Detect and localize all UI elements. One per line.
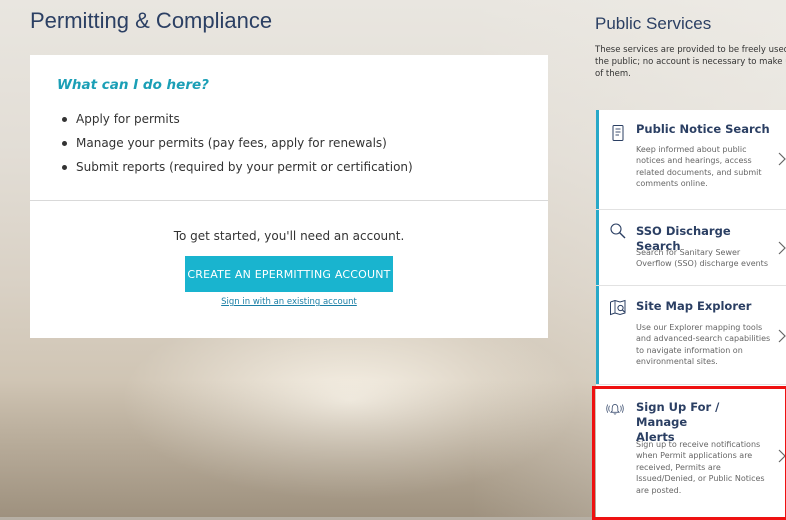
chevron-right-icon	[778, 329, 786, 343]
service-description-line: Use our Explorer mapping tools	[636, 323, 763, 332]
page-title: Permitting & Compliance	[30, 8, 273, 33]
service-description-line: Keep informed about public	[636, 145, 747, 154]
accent-bar	[596, 210, 599, 285]
service-description-line: notices and hearings, access	[636, 156, 752, 166]
service-manage-alerts[interactable]: Sign Up For / Manage Alerts Sign up to r…	[596, 385, 786, 517]
service-description: Keep informed about public notices and h…	[636, 144, 771, 190]
service-site-map-explorer[interactable]: Site Map Explorer Use our Explorer mappi…	[596, 286, 786, 385]
service-title-line: Public Notice Search	[636, 122, 770, 136]
service-title-line: Site Map Explorer	[636, 299, 752, 313]
sidebar-description: These services are provided to be freely…	[595, 44, 786, 80]
main-card: What can I do here? Apply for permits Ma…	[30, 55, 548, 338]
service-description-line: received, Permits are	[636, 462, 721, 472]
service-title-line: Sign Up For / Manage	[636, 400, 720, 429]
service-title: Public Notice Search	[636, 122, 771, 137]
accent-bar	[596, 110, 599, 209]
map-search-icon	[609, 299, 627, 317]
service-description-line: Search for Sanitary Sewer	[636, 248, 741, 257]
action-list: Apply for permits Manage your permits (p…	[52, 107, 413, 179]
sidebar-description-line: the public; no account is necessary to m…	[595, 57, 786, 67]
service-description-line: are posted.	[636, 485, 682, 495]
card-divider	[30, 200, 548, 201]
sidebar-description-line: These services are provided to be freely…	[595, 45, 786, 55]
alert-bell-icon	[606, 400, 628, 418]
accent-bar	[596, 286, 599, 384]
service-description-line: Sign up to receive notifications	[636, 440, 761, 449]
sidebar-title: Public Services	[595, 14, 712, 33]
service-description: Search for Sanitary Sewer Overflow (SSO)…	[636, 247, 771, 270]
chevron-right-icon	[778, 152, 786, 166]
list-item: Apply for permits	[52, 107, 413, 131]
sidebar-description-line: of them.	[595, 69, 631, 79]
chevron-right-icon	[778, 241, 786, 255]
public-services-list: Public Notice Search Keep informed about…	[596, 110, 786, 517]
service-description: Use our Explorer mapping tools and advan…	[636, 322, 771, 368]
signin-link[interactable]: Sign in with an existing account	[30, 297, 548, 307]
service-description-line: environmental sites.	[636, 357, 718, 367]
service-description-line: Issued/Denied, or Public Notices	[636, 474, 765, 484]
service-sso-discharge-search[interactable]: SSO Discharge Search Search for Sanitary…	[596, 210, 786, 286]
service-description-line: comments online.	[636, 179, 708, 189]
card-heading: What can I do here?	[57, 77, 209, 93]
create-account-button[interactable]: CREATE AN EPERMITTING ACCOUNT	[185, 256, 393, 292]
list-item: Manage your permits (pay fees, apply for…	[52, 131, 413, 155]
chevron-right-icon	[778, 449, 786, 463]
service-description: Sign up to receive notifications when Pe…	[636, 439, 771, 496]
document-icon	[609, 124, 627, 142]
service-description-line: when Permit applications are	[636, 451, 753, 461]
service-title: Site Map Explorer	[636, 299, 771, 314]
service-description-line: to navigate information on	[636, 345, 743, 355]
list-item: Submit reports (required by your permit …	[52, 155, 413, 179]
service-description-line: related documents, and submit	[636, 167, 762, 177]
service-description-line: and advanced-search capabilities	[636, 334, 771, 344]
service-public-notice-search[interactable]: Public Notice Search Keep informed about…	[596, 110, 786, 210]
get-started-text: To get started, you'll need an account.	[173, 229, 405, 243]
search-icon	[609, 222, 627, 240]
service-description-line: Overflow (SSO) discharge events	[636, 259, 768, 269]
